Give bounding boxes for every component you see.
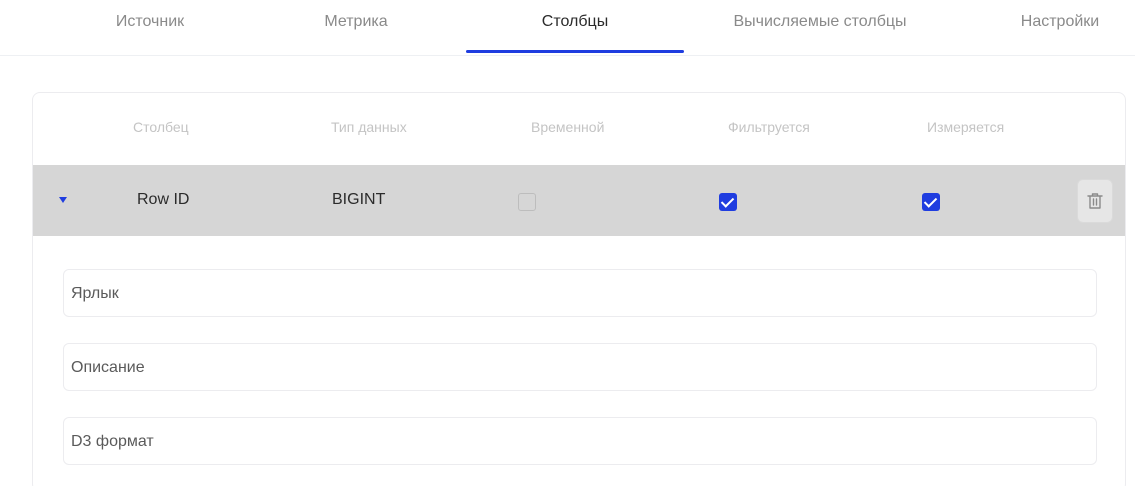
row-column-name: Row ID: [137, 191, 190, 208]
tab-source[interactable]: Источник: [60, 0, 240, 52]
columns-table-card: Столбец Тип данных Временной Фильтруется…: [32, 92, 1126, 486]
d3-format-field-placeholder: D3 формат: [71, 433, 154, 450]
filterable-checkbox[interactable]: [719, 193, 737, 211]
active-tab-indicator: [466, 50, 684, 53]
header-data-type: Тип данных: [331, 119, 407, 135]
tab-columns[interactable]: Столбцы: [466, 0, 684, 52]
description-field-placeholder: Описание: [71, 359, 145, 376]
table-header: Столбец Тип данных Временной Фильтруется…: [33, 93, 1125, 165]
tab-bar: Источник Метрика Столбцы Вычисляемые сто…: [0, 0, 1135, 56]
header-measurable: Измеряется: [927, 119, 1005, 135]
label-field[interactable]: Ярлык: [63, 269, 1097, 317]
tab-metric[interactable]: Метрика: [266, 0, 446, 52]
trash-icon: [1087, 193, 1103, 209]
row-data-type: BIGINT: [332, 191, 386, 208]
d3-format-field[interactable]: D3 формат: [63, 417, 1097, 465]
tab-settings[interactable]: Настройки: [990, 0, 1130, 52]
tab-calculated-columns[interactable]: Вычисляемые столбцы: [700, 0, 940, 52]
description-field[interactable]: Описание: [63, 343, 1097, 391]
temporal-checkbox[interactable]: [518, 193, 536, 211]
header-filterable: Фильтруется: [728, 119, 810, 135]
label-field-placeholder: Ярлык: [71, 285, 119, 302]
header-column: Столбец: [133, 119, 189, 135]
delete-row-button[interactable]: [1077, 179, 1113, 223]
caret-down-icon[interactable]: [59, 197, 67, 203]
table-row: Row ID BIGINT: [33, 165, 1125, 236]
measurable-checkbox[interactable]: [922, 193, 940, 211]
header-temporal: Временной: [531, 119, 605, 135]
